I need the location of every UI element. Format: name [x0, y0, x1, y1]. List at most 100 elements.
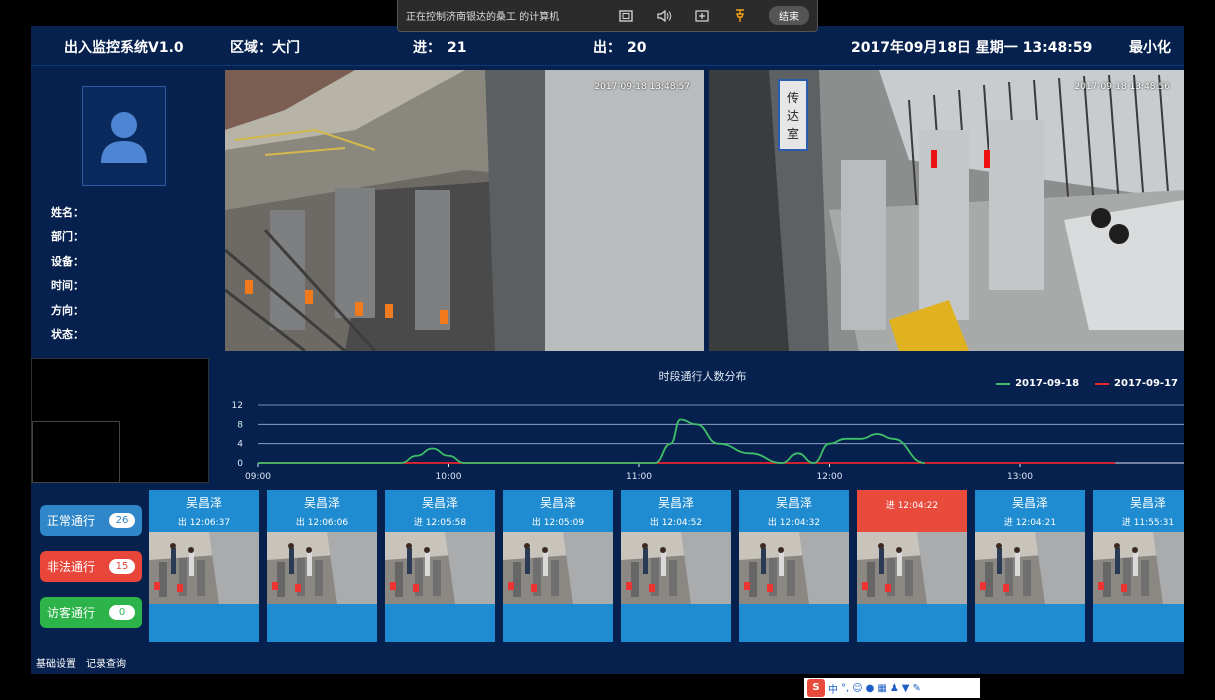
- legend-swatch-2: [1095, 382, 1110, 385]
- record-header: 吴昌泽出 12:06:37: [149, 490, 259, 532]
- record-card[interactable]: 吴昌泽出 12:04:52: [621, 490, 731, 642]
- stat-illegal-label: 非法通行: [47, 560, 96, 574]
- area-indicator: 区域：大门: [230, 37, 300, 57]
- footer-links: 基础设置 记录查询: [36, 655, 126, 670]
- punctuation-icon[interactable]: °,: [841, 683, 849, 694]
- record-snapshot: [739, 532, 849, 604]
- record-header: 吴昌泽进 11:55:31: [1093, 490, 1184, 532]
- user-icon: [101, 112, 147, 163]
- legend-item-2[interactable]: 2017-09-17: [1095, 378, 1178, 389]
- keyboard-icon[interactable]: ▦: [877, 683, 886, 694]
- svg-text:室: 室: [787, 126, 799, 141]
- record-direction-time: 出 12:06:37: [177, 518, 231, 528]
- record-person-name: 吴昌泽: [1011, 496, 1048, 510]
- legend-swatch-1: [996, 382, 1011, 385]
- basic-settings-link[interactable]: 基础设置: [36, 655, 76, 670]
- record-direction-time: 进 11:55:31: [1121, 518, 1175, 528]
- current-datetime: 2017年09月18日 星期一 13:48:59: [851, 40, 1093, 56]
- svg-text:传: 传: [787, 90, 799, 105]
- app-header: 出入监控系统V1.0 区域：大门 进： 21 出： 20 2017年09月18日 星…: [31, 26, 1184, 66]
- camera-view-1[interactable]: 2017-09-18 13:48:57: [225, 70, 704, 351]
- record-header: 进 12:04:22: [857, 490, 967, 532]
- legend-item-1[interactable]: 2017-09-18: [996, 378, 1079, 389]
- record-direction-time: 出 12:04:52: [649, 518, 703, 528]
- monitor-app-window: 出入监控系统V1.0 区域：大门 进： 21 出： 20 2017年09月18日 星…: [31, 26, 1184, 674]
- record-direction-time: 进 12:05:58: [413, 518, 467, 528]
- record-header: 吴昌泽出 12:06:06: [267, 490, 377, 532]
- record-snapshot: [267, 532, 377, 604]
- pass-records-list: 吴昌泽出 12:06:37 吴昌泽出 12:06:06 吴昌泽进 12:05:58 吴…: [149, 490, 1184, 644]
- pin-icon[interactable]: [729, 7, 751, 25]
- record-snapshot: [857, 532, 967, 604]
- record-header: 吴昌泽出 12:04:52: [621, 490, 731, 532]
- record-card[interactable]: 吴昌泽出 12:06:06: [267, 490, 377, 642]
- out-count-value: 20: [627, 40, 647, 56]
- minimize-button[interactable]: 最小化: [1129, 37, 1171, 57]
- person-icon[interactable]: ♟: [890, 683, 899, 694]
- ime-mode-toggle[interactable]: 中: [828, 681, 838, 696]
- record-card[interactable]: 进 12:04:22: [857, 490, 967, 642]
- record-person-name: [857, 490, 967, 494]
- record-person-name: 吴昌泽: [185, 496, 222, 510]
- in-count-value: 21: [447, 40, 467, 56]
- record-card[interactable]: 吴昌泽进 11:55:31: [1093, 490, 1184, 642]
- field-time-label: 时间：: [51, 279, 84, 292]
- out-count: 出： 20: [593, 37, 646, 57]
- record-person-name: 吴昌泽: [421, 496, 458, 510]
- record-query-link[interactable]: 记录查询: [86, 655, 126, 670]
- remote-session-title: 正在控制济南银达的桑工 的计算机: [406, 12, 560, 23]
- in-count: 进： 21: [413, 37, 466, 57]
- microphone-icon[interactable]: ●: [866, 683, 875, 694]
- record-person-name: 吴昌泽: [775, 496, 812, 510]
- x-tick-label: 11:00: [626, 472, 652, 482]
- record-snapshot: [385, 532, 495, 604]
- area-value: 大门: [272, 40, 300, 56]
- emoji-icon[interactable]: ☺: [852, 683, 862, 694]
- x-tick-label: 10:00: [436, 472, 462, 482]
- legend-label-2: 2017-09-17: [1114, 378, 1178, 389]
- stat-visitor-count: 0: [109, 605, 135, 620]
- person-info-panel: 姓名： 部门： 设备： 时间： 方向： 状态：: [31, 68, 221, 358]
- display-icon[interactable]: [691, 7, 713, 25]
- record-card[interactable]: 吴昌泽出 12:05:09: [503, 490, 613, 642]
- end-session-button[interactable]: 结束: [769, 6, 809, 25]
- x-tick-label: 09:00: [245, 472, 271, 482]
- legend-label-1: 2017-09-18: [1015, 378, 1080, 389]
- record-card[interactable]: 吴昌泽进 12:04:21: [975, 490, 1085, 642]
- sogou-logo-icon[interactable]: S: [807, 679, 825, 697]
- record-snapshot: [621, 532, 731, 604]
- camera-1-timestamp: 2017-09-18 13:48:57: [594, 82, 690, 92]
- record-direction-time: 出 12:04:32: [767, 518, 821, 528]
- shirt-icon[interactable]: ▼: [902, 683, 910, 694]
- in-count-label: 进：: [413, 40, 441, 56]
- record-person-name: 吴昌泽: [1129, 496, 1166, 510]
- traffic-chart: 时段通行人数分布 2017-09-18 2017-09-17 0 4 8 12 09:0…: [221, 358, 1184, 483]
- stat-visitor-button[interactable]: 访客通行 0: [40, 597, 142, 628]
- record-person-name: 吴昌泽: [539, 496, 576, 510]
- record-person-name: 吴昌泽: [303, 496, 340, 510]
- record-card[interactable]: 吴昌泽出 12:04:32: [739, 490, 849, 642]
- camera-view-2[interactable]: 传 达 室 2017-09-18 13:48:56: [709, 70, 1184, 351]
- fullscreen-icon[interactable]: [615, 7, 637, 25]
- wrench-icon[interactable]: ✎: [912, 683, 920, 694]
- preview-inner-box: [32, 421, 120, 483]
- x-tick-label: 13:00: [1007, 472, 1033, 482]
- record-snapshot: [975, 532, 1085, 604]
- record-card[interactable]: 吴昌泽出 12:06:37: [149, 490, 259, 642]
- record-snapshot: [1093, 532, 1184, 604]
- record-direction-time: 出 12:06:06: [295, 518, 349, 528]
- speaker-icon[interactable]: [653, 7, 675, 25]
- camera-2-timestamp: 2017-09-18 13:48:56: [1074, 82, 1170, 92]
- record-snapshot: [503, 532, 613, 604]
- stat-normal-button[interactable]: 正常通行 26: [40, 505, 142, 536]
- record-direction-time: 出 12:05:09: [531, 518, 585, 528]
- stat-illegal-button[interactable]: 非法通行 15: [40, 551, 142, 582]
- stat-normal-count: 26: [109, 513, 135, 528]
- out-count-label: 出：: [593, 40, 621, 56]
- record-card[interactable]: 吴昌泽进 12:05:58: [385, 490, 495, 642]
- svg-text:达: 达: [787, 109, 799, 123]
- record-snapshot: [149, 532, 259, 604]
- field-status-label: 状态：: [51, 328, 84, 341]
- record-header: 吴昌泽出 12:04:32: [739, 490, 849, 532]
- y-tick-label: 4: [237, 440, 243, 450]
